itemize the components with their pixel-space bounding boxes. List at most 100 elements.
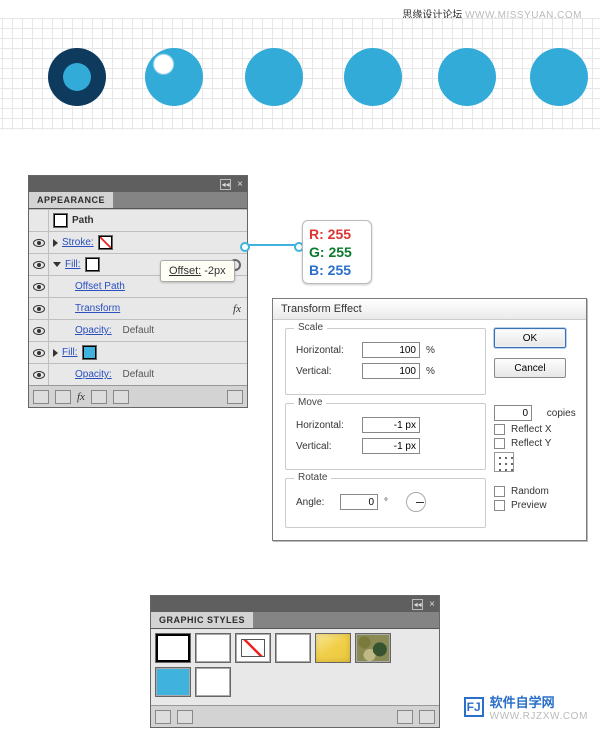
style-thumb-4[interactable] [275,633,311,663]
disclosure-icon[interactable] [53,349,58,357]
preview-checkbox[interactable] [494,500,505,511]
brand-cn: 软件自学网 [490,692,588,711]
add-fx-button[interactable]: fx [77,391,85,403]
fill-link-2[interactable]: Fill: [62,347,78,358]
angle-dial[interactable] [406,492,426,512]
visibility-toggle[interactable] [29,254,49,275]
eye-icon [33,261,45,269]
eye-icon [33,349,45,357]
offset-tooltip: Offset: -2px [160,260,235,282]
eye-icon [33,327,45,335]
scale-v-input[interactable] [362,363,420,379]
circle-ring [48,48,106,106]
style-thumb-nofill[interactable] [235,633,271,663]
collapse-icon[interactable]: ◂◂ [412,599,423,610]
pct: % [426,345,435,356]
ok-button[interactable]: OK [494,328,566,348]
panel-header[interactable]: ◂◂ × [29,176,247,192]
scale-h-label: Horizontal: [296,345,356,356]
move-h-input[interactable] [362,417,420,433]
opacity-link[interactable]: Opacity: [53,325,112,336]
close-icon[interactable]: × [429,599,435,610]
trash-icon[interactable] [227,390,243,404]
new-art-button[interactable] [33,390,49,404]
reflect-x-checkbox[interactable] [494,424,505,435]
disclosure-icon[interactable] [53,239,58,247]
move-h-label: Horizontal: [296,420,356,431]
transform-link[interactable]: Transform [53,303,120,314]
no-stroke-swatch[interactable] [98,235,113,250]
visibility-toggle[interactable] [29,342,49,363]
fx-icon[interactable]: fx [233,303,241,315]
footer-brand: FJ 软件自学网 WWW.RJZXW.COM [464,692,588,722]
reflect-y-label: Reflect Y [511,438,551,449]
reflect-x-label: Reflect X [511,424,552,435]
style-thumb-white[interactable] [195,667,231,697]
preview-label: Preview [511,500,547,511]
rgb-callout: R: 255 G: 255 B: 255 [302,220,372,284]
rgb-b: B: 255 [309,261,365,279]
eye-icon [33,371,45,379]
gs-new-button[interactable] [397,710,413,724]
offset-label: Offset: [169,265,201,277]
rotate-legend: Rotate [294,472,331,483]
gs-header[interactable]: ◂◂ × [151,596,439,612]
move-group: Move Horizontal: Vertical: [285,403,486,470]
anchor-grid[interactable] [494,452,514,472]
copies-input[interactable] [494,405,532,421]
close-icon[interactable]: × [237,179,243,190]
path-swatch[interactable] [53,213,68,228]
eye-icon [33,305,45,313]
move-v-input[interactable] [362,438,420,454]
opacity-value-2: Default [122,369,154,380]
scale-h-input[interactable] [362,342,420,358]
trash-icon[interactable] [419,710,435,724]
opacity-link-2[interactable]: Opacity: [53,369,112,380]
appearance-panel: ◂◂ × APPEARANCE Path Stroke: Fill: Offse… [28,175,248,408]
angle-label: Angle: [296,497,334,508]
white-fill-swatch[interactable] [85,257,100,272]
style-thumb-camo[interactable] [355,633,391,663]
scale-legend: Scale [294,322,327,333]
brand-logo-icon: FJ [464,697,484,717]
add-stroke-button[interactable] [55,390,71,404]
style-thumb-blue[interactable] [155,667,191,697]
stroke-link[interactable]: Stroke: [62,237,94,248]
style-thumb-default[interactable] [155,633,191,663]
dup-button[interactable] [113,390,129,404]
gs-link-button[interactable] [177,710,193,724]
disclosure-down-icon[interactable] [53,262,61,267]
style-thumb-gold[interactable] [315,633,351,663]
visibility-toggle[interactable] [29,298,49,319]
move-legend: Move [294,397,326,408]
angle-input[interactable] [340,494,378,510]
rotate-group: Rotate Angle:° [285,478,486,528]
eye-icon [33,239,45,247]
cancel-button[interactable]: Cancel [494,358,566,378]
circle-6 [530,48,588,106]
visibility-toggle[interactable] [29,364,49,385]
appearance-footer: fx [29,385,247,407]
tab-appearance[interactable]: APPEARANCE [29,192,114,208]
gs-body [151,629,439,705]
circle-3 [245,48,303,106]
blue-fill-swatch[interactable] [82,345,97,360]
tab-graphic-styles[interactable]: GRAPHIC STYLES [151,612,254,628]
collapse-icon[interactable]: ◂◂ [220,179,231,190]
fill-link[interactable]: Fill: [65,259,81,270]
offset-path-link[interactable]: Offset Path [53,281,125,292]
dialog-title: Transform Effect [273,299,586,320]
clear-button[interactable] [91,390,107,404]
style-thumb-2[interactable] [195,633,231,663]
offset-value: -2px [204,265,225,277]
visibility-toggle[interactable] [29,320,49,341]
appearance-body: Path Stroke: Fill: Offset Path Transform… [29,209,247,385]
gs-menu-button[interactable] [155,710,171,724]
opacity-value: Default [122,325,154,336]
reflect-y-checkbox[interactable] [494,438,505,449]
brand-en: WWW.RJZXW.COM [490,711,588,722]
visibility-toggle[interactable] [29,276,49,297]
random-checkbox[interactable] [494,486,505,497]
rgb-g: G: 255 [309,243,365,261]
visibility-toggle[interactable] [29,232,49,253]
